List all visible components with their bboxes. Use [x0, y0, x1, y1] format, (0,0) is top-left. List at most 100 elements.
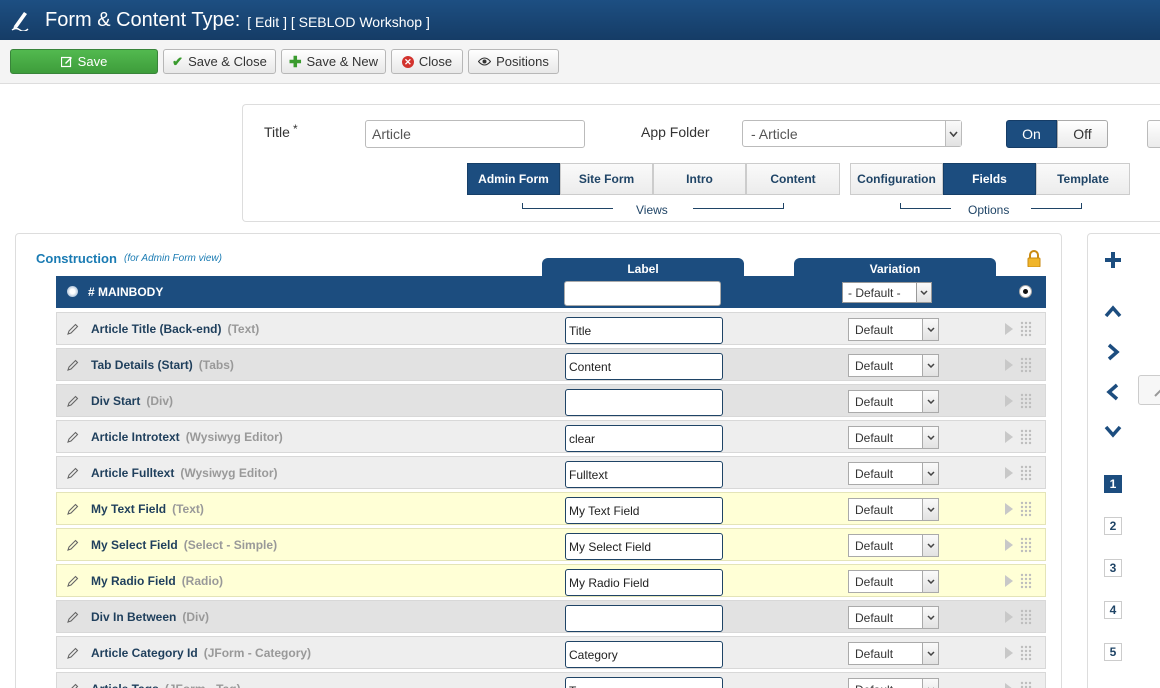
field-label-input[interactable]: [565, 605, 723, 632]
drag-handle-icon[interactable]: [1020, 465, 1032, 481]
move-arrow-icon[interactable]: [1004, 431, 1014, 443]
save-close-button[interactable]: ✔ Save & Close: [163, 49, 276, 74]
tab-admin-form[interactable]: Admin Form: [467, 163, 560, 195]
move-arrow-icon[interactable]: [1004, 611, 1014, 623]
move-arrow-icon[interactable]: [1004, 683, 1014, 688]
move-arrow-icon[interactable]: [1004, 503, 1014, 515]
field-row[interactable]: Article Tags(JForm - Tag) Tags Default: [56, 672, 1046, 688]
drag-handle-icon[interactable]: [1020, 681, 1032, 688]
field-name[interactable]: Article Title (Back-end) (Text): [91, 322, 259, 336]
field-name[interactable]: Article Fulltext (Wysiwyg Editor): [91, 466, 277, 480]
field-variation-select[interactable]: Default: [848, 606, 939, 629]
field-name[interactable]: My Radio Field (Radio): [91, 574, 223, 588]
side-edit-button[interactable]: [1138, 375, 1160, 405]
drag-handle-icon[interactable]: [1020, 501, 1032, 517]
chevron-down-icon[interactable]: [1104, 422, 1122, 440]
pencil-icon[interactable]: [67, 395, 79, 407]
drag-handle-icon[interactable]: [1020, 645, 1032, 661]
field-variation-select[interactable]: Default: [848, 642, 939, 665]
app-folder-select[interactable]: - Article: [742, 120, 962, 147]
position-number-button[interactable]: 5: [1104, 643, 1122, 661]
field-label-input[interactable]: clear: [565, 425, 723, 452]
pencil-icon[interactable]: [67, 467, 79, 479]
tab-intro[interactable]: Intro: [653, 163, 746, 195]
field-row[interactable]: Div Start (Div) Default: [56, 384, 1046, 417]
drag-handle-icon[interactable]: [1020, 393, 1032, 409]
close-button[interactable]: ✕ Close: [391, 49, 463, 74]
field-row[interactable]: Div In Between (Div) Default: [56, 600, 1046, 633]
drag-handle-icon[interactable]: [1020, 609, 1032, 625]
field-name[interactable]: Article Introtext (Wysiwyg Editor): [91, 430, 283, 444]
field-label-input[interactable]: Category: [565, 641, 723, 668]
pencil-icon[interactable]: [67, 503, 79, 515]
field-variation-select[interactable]: Default: [848, 318, 939, 341]
field-name[interactable]: Article Category Id (JForm - Category): [91, 646, 311, 660]
position-number-button[interactable]: 2: [1104, 517, 1122, 535]
position-number-button[interactable]: 3: [1104, 559, 1122, 577]
drag-handle-icon[interactable]: [1020, 321, 1032, 337]
drag-handle-icon[interactable]: [1020, 357, 1032, 373]
move-arrow-icon[interactable]: [1004, 467, 1014, 479]
field-row[interactable]: Tab Details (Start) (Tabs) Content Default: [56, 348, 1046, 381]
position-toggle-icon[interactable]: [67, 286, 78, 297]
chevron-up-icon[interactable]: [1104, 303, 1122, 321]
tab-content[interactable]: Content: [746, 163, 840, 195]
field-row[interactable]: Article Title (Back-end) (Text) Title Defau…: [56, 312, 1046, 345]
field-row[interactable]: Article Category Id (JForm - Category) Cat…: [56, 636, 1046, 669]
field-name[interactable]: Tab Details (Start) (Tabs): [91, 358, 234, 372]
field-variation-select[interactable]: Default: [848, 570, 939, 593]
pencil-icon[interactable]: [67, 539, 79, 551]
tab-template[interactable]: Template: [1036, 163, 1130, 195]
add-icon[interactable]: [1104, 251, 1122, 269]
field-row[interactable]: My Radio Field (Radio) My Radio Field Defau…: [56, 564, 1046, 597]
field-variation-select[interactable]: Default: [848, 678, 939, 688]
tab-fields[interactable]: Fields: [943, 163, 1036, 195]
position-number-button[interactable]: 1: [1104, 475, 1122, 493]
field-name[interactable]: Div Start (Div): [91, 394, 173, 408]
save-new-button[interactable]: ✚ Save & New: [281, 49, 386, 74]
drag-handle-icon[interactable]: [1020, 429, 1032, 445]
pencil-icon[interactable]: [67, 359, 79, 371]
move-arrow-icon[interactable]: [1004, 395, 1014, 407]
pencil-icon[interactable]: [67, 323, 79, 335]
field-name[interactable]: My Text Field (Text): [91, 502, 204, 516]
tab-site-form[interactable]: Site Form: [560, 163, 653, 195]
save-button[interactable]: Save: [10, 49, 158, 74]
field-variation-select[interactable]: Default: [848, 498, 939, 521]
pencil-icon[interactable]: [67, 575, 79, 587]
field-label-input[interactable]: My Text Field: [565, 497, 723, 524]
pencil-icon[interactable]: [67, 683, 79, 688]
pencil-icon[interactable]: [67, 647, 79, 659]
more-options-button[interactable]: [1147, 120, 1160, 148]
title-input[interactable]: [365, 120, 585, 148]
position-variation-select[interactable]: - Default -: [842, 282, 932, 303]
field-name[interactable]: Article Tags(JForm - Tag): [91, 682, 241, 688]
field-name[interactable]: My Select Field (Select - Simple): [91, 538, 277, 552]
move-arrow-icon[interactable]: [1004, 575, 1014, 587]
field-row[interactable]: Article Fulltext (Wysiwyg Editor) Fulltext…: [56, 456, 1046, 489]
position-radio[interactable]: [1019, 285, 1032, 298]
field-name[interactable]: Div In Between (Div): [91, 610, 209, 624]
position-number-button[interactable]: 4: [1104, 601, 1122, 619]
field-label-input[interactable]: My Select Field: [565, 533, 723, 560]
move-arrow-icon[interactable]: [1004, 323, 1014, 335]
field-variation-select[interactable]: Default: [848, 534, 939, 557]
field-row[interactable]: My Select Field (Select - Simple) My Selec…: [56, 528, 1046, 561]
field-label-input[interactable]: Fulltext: [565, 461, 723, 488]
move-arrow-icon[interactable]: [1004, 647, 1014, 659]
field-variation-select[interactable]: Default: [848, 354, 939, 377]
field-variation-select[interactable]: Default: [848, 390, 939, 413]
field-label-input[interactable]: Tags: [565, 677, 723, 688]
lock-icon[interactable]: [1027, 250, 1041, 267]
move-arrow-icon[interactable]: [1004, 539, 1014, 551]
tab-configuration[interactable]: Configuration: [850, 163, 943, 195]
chevron-left-icon[interactable]: [1104, 383, 1122, 401]
chevron-right-icon[interactable]: [1104, 343, 1122, 361]
pencil-icon[interactable]: [67, 611, 79, 623]
field-row[interactable]: Article Introtext (Wysiwyg Editor) clear De…: [56, 420, 1046, 453]
pencil-icon[interactable]: [67, 431, 79, 443]
field-label-input[interactable]: Content: [565, 353, 723, 380]
field-label-input[interactable]: [565, 389, 723, 416]
toggle-on-button[interactable]: On: [1006, 120, 1057, 148]
field-label-input[interactable]: Title: [565, 317, 723, 344]
